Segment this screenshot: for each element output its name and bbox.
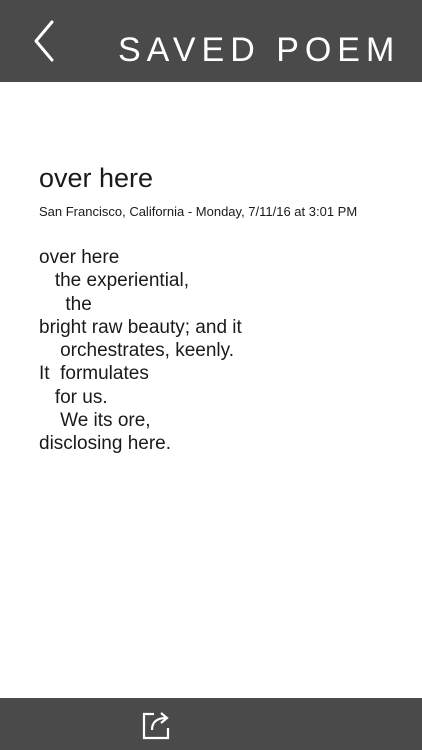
poem-line: for us. <box>39 386 108 408</box>
poem-line: orchestrates, keenly. <box>39 340 235 362</box>
bottom-toolbar <box>0 698 422 750</box>
poem-body: over here the experiential, the bright r… <box>39 246 242 456</box>
page-title: SAVED POEM <box>118 31 401 69</box>
poem-line: the experiential, <box>39 270 189 292</box>
poem-line: We its ore, <box>39 410 151 432</box>
share-button[interactable] <box>140 708 176 742</box>
poem-line: It formulates <box>39 363 149 385</box>
poem-line: over here <box>39 247 120 268</box>
poem-line: disclosing here. <box>39 433 172 455</box>
navigation-bar: SAVED POEM <box>0 0 422 82</box>
poem-line: the <box>39 293 92 315</box>
poem-line: bright raw beauty; and it <box>39 316 242 338</box>
back-button[interactable] <box>26 14 66 68</box>
poem-content: over here San Francisco, California - Mo… <box>0 82 422 698</box>
saved-poem-screen: SAVED POEM over here San Francisco, Cali… <box>0 0 422 750</box>
poem-location-date: San Francisco, California - Monday, 7/11… <box>39 204 358 219</box>
poem-title: over here <box>39 163 154 193</box>
chevron-left-icon <box>34 20 54 62</box>
share-export-icon <box>142 712 170 740</box>
